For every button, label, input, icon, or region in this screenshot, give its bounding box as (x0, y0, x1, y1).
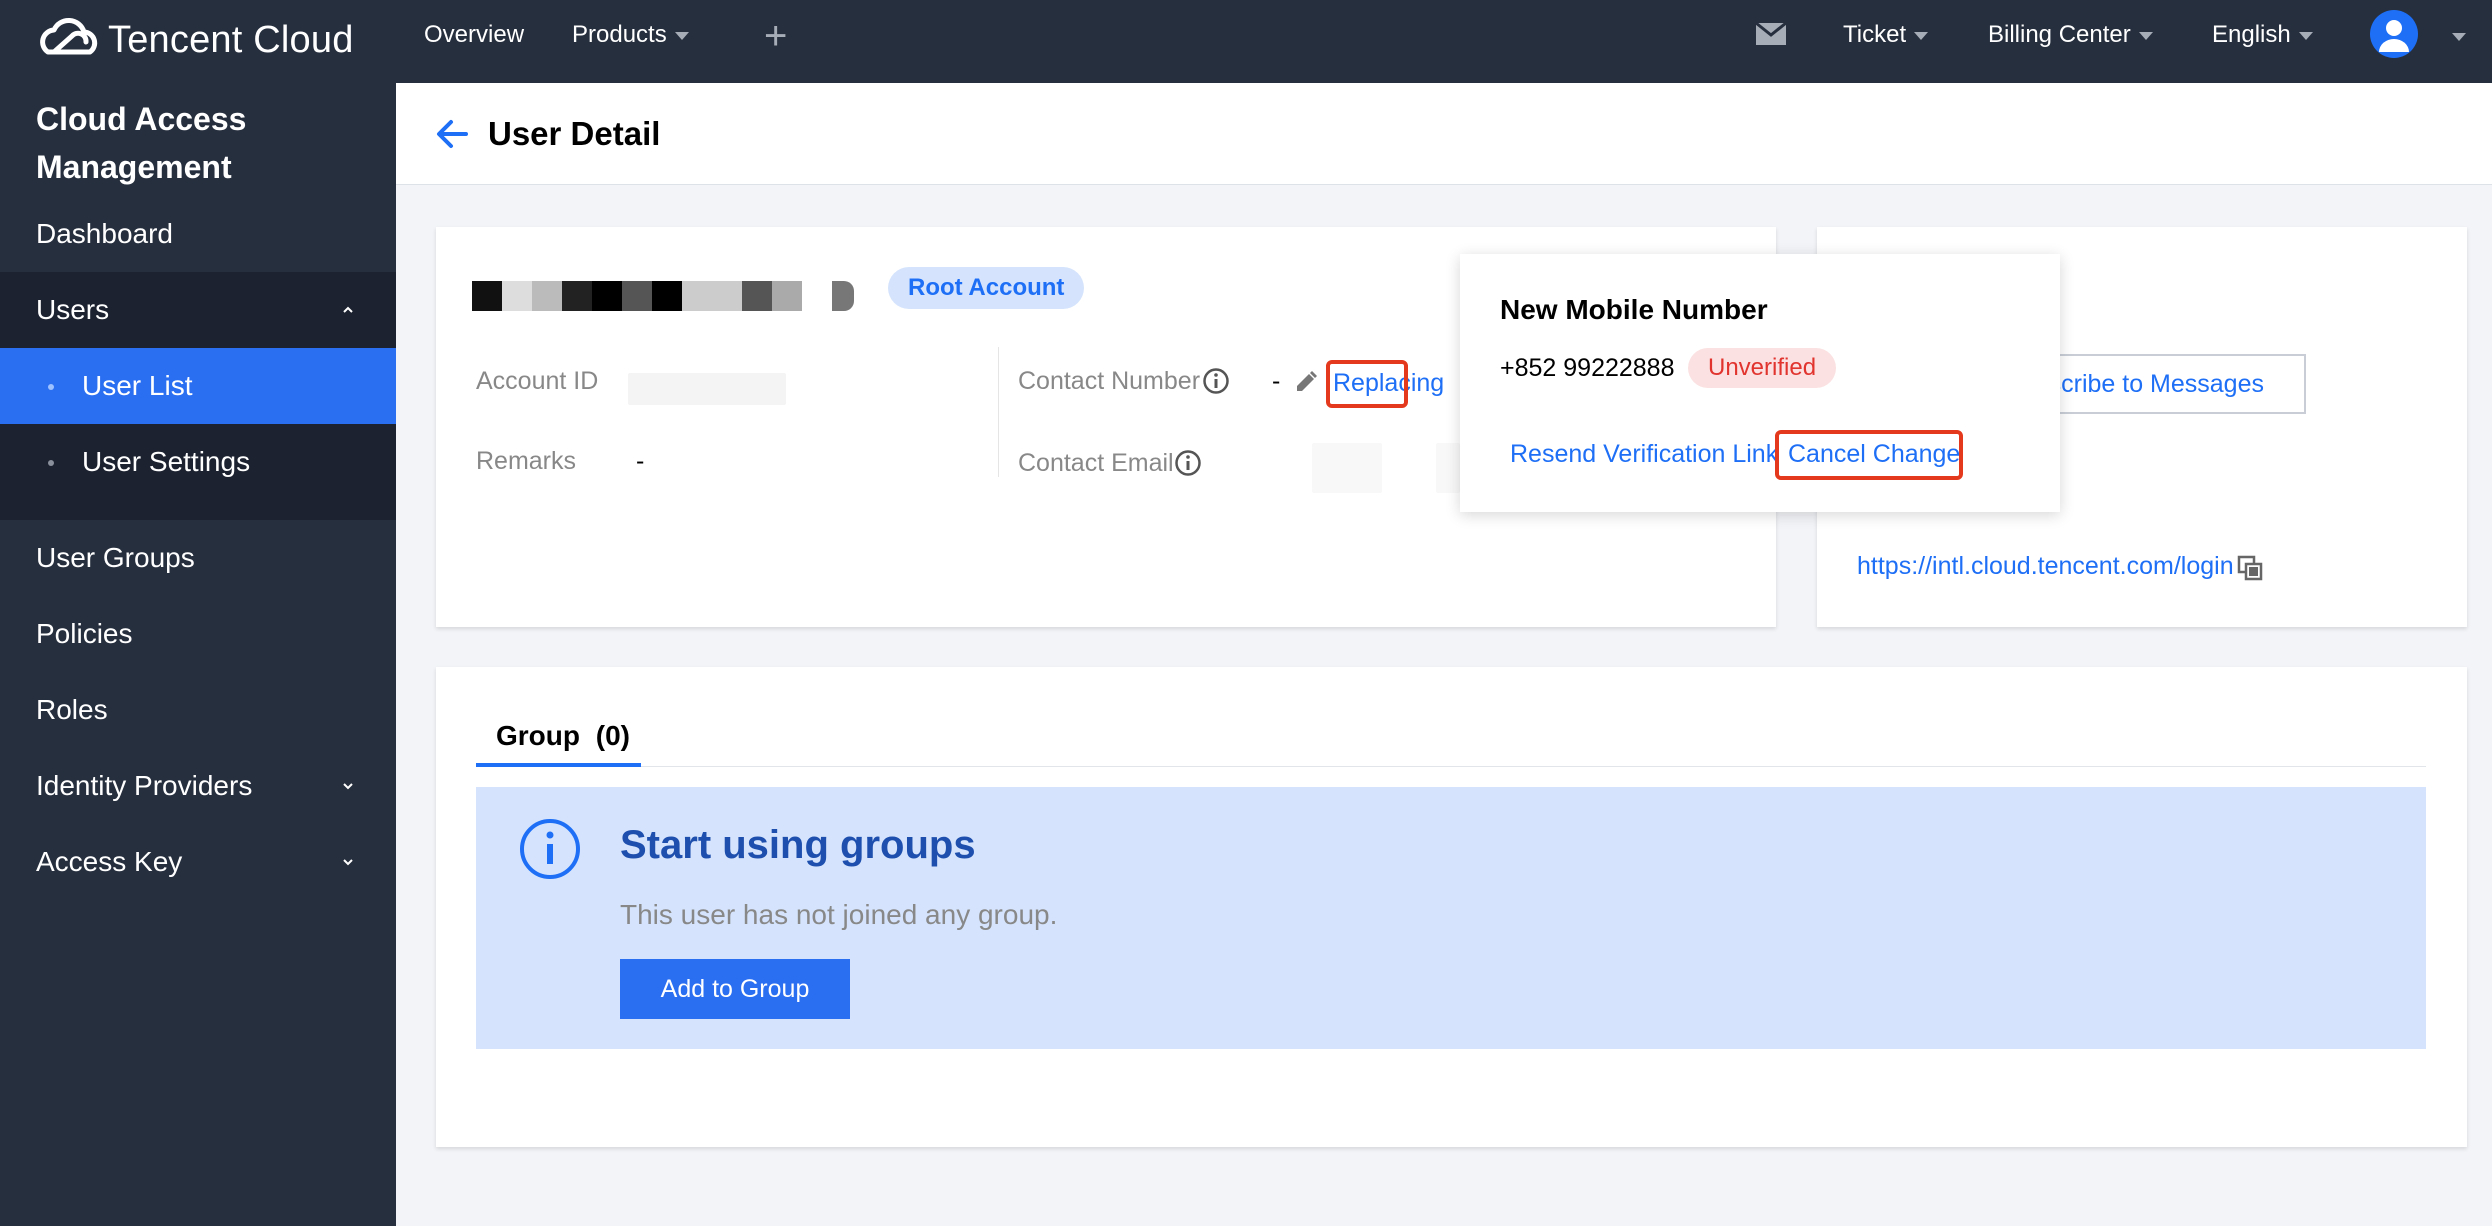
redacted-username (472, 281, 854, 311)
bullet-icon (48, 384, 54, 390)
chevron-up-icon (343, 306, 353, 313)
unverified-badge: Unverified (1688, 348, 1837, 388)
sidebar-item-label: User List (82, 370, 193, 401)
sidebar-item-identity-providers[interactable]: Identity Providers (0, 748, 396, 824)
nav-overview-label: Overview (424, 21, 525, 48)
group-card: Group (0) Start using groups This user h… (436, 667, 2467, 1147)
sidebar-item-label: User Groups (36, 542, 195, 573)
column-divider (998, 347, 999, 477)
edit-pencil-icon[interactable] (1294, 370, 1318, 394)
info-circle-icon (520, 819, 580, 879)
sidebar-item-label: Access Key (36, 846, 183, 877)
caret-down-icon (2298, 32, 2313, 40)
popover-title: New Mobile Number (1500, 294, 1768, 325)
new-mobile-number: +852 99222888 (1500, 354, 1675, 382)
sidebar-item-roles[interactable]: Roles (0, 672, 396, 748)
caret-down-icon (674, 32, 689, 40)
add-to-group-button[interactable]: Add to Group (620, 959, 850, 1019)
redacted-account-id (628, 373, 786, 405)
contact-number-label: Contact Number (1018, 367, 1201, 395)
contact-email-label: Contact Email (1018, 449, 1174, 477)
sidebar-item-users[interactable]: Users (0, 272, 396, 348)
user-icon (2379, 20, 2409, 52)
sidebar-item-user-list[interactable]: User List (0, 348, 396, 424)
redacted-email (1312, 443, 1382, 493)
sidebar-title: Cloud Access Management (36, 95, 246, 191)
bullet-icon (48, 460, 54, 466)
nav-language[interactable]: English (2212, 0, 2313, 70)
nav-billing-label: Billing Center (1988, 21, 2131, 48)
chevron-down-icon (343, 859, 353, 866)
empty-state-description: This user has not joined any group. (620, 899, 1058, 930)
nav-products-label: Products (572, 21, 667, 48)
page-header: User Detail (396, 83, 2492, 185)
active-tab-indicator (476, 763, 641, 767)
caret-down-icon (1914, 32, 1929, 40)
sidebar-item-label: Users (36, 294, 110, 325)
highlight-box (1326, 360, 1408, 408)
resend-verification-link[interactable]: Resend Verification Link (1510, 440, 1778, 469)
remarks-value: - (636, 447, 645, 475)
redacted-email (1436, 443, 1460, 493)
nav-products[interactable]: Products (572, 0, 689, 70)
sidebar-item-dashboard[interactable]: Dashboard (0, 196, 396, 272)
page-title: User Detail (488, 115, 661, 152)
nav-language-label: English (2212, 21, 2291, 48)
chevron-down-icon (343, 783, 353, 790)
nav-billing-center[interactable]: Billing Center (1988, 0, 2153, 70)
account-id-label: Account ID (476, 367, 599, 395)
top-navbar: Tencent Cloud Overview Products + Ticket… (0, 0, 2492, 83)
new-mobile-popover: New Mobile Number +852 99222888 Unverifi… (1460, 254, 2060, 512)
remarks-label: Remarks (476, 447, 577, 475)
nav-overview[interactable]: Overview (424, 0, 524, 70)
user-avatar[interactable] (2370, 10, 2418, 58)
back-arrow-icon[interactable] (436, 119, 468, 149)
caret-down-icon (2138, 32, 2153, 40)
copy-icon[interactable] (2237, 555, 2263, 581)
tab-group-label: Group (496, 720, 580, 751)
sidebar-item-access-key[interactable]: Access Key (0, 824, 396, 900)
plus-icon[interactable]: + (764, 14, 787, 59)
sidebar-item-label: Roles (36, 694, 108, 725)
sidebar-item-user-settings[interactable]: User Settings (0, 424, 396, 500)
empty-state-title: Start using groups (620, 823, 976, 867)
sidebar-item-user-groups[interactable]: User Groups (0, 520, 396, 596)
highlight-box (1775, 430, 1963, 480)
sidebar-item-label: Policies (36, 618, 133, 649)
console-login-link[interactable]: https://intl.cloud.tencent.com/login (1857, 552, 2234, 581)
tab-group-count: (0) (595, 720, 631, 751)
avatar-caret-icon[interactable] (2452, 33, 2466, 41)
sidebar: Cloud Access Management Dashboard Users … (0, 83, 396, 1226)
tab-divider (476, 766, 2426, 767)
nav-ticket[interactable]: Ticket (1843, 0, 1929, 70)
mail-icon[interactable] (1754, 20, 1788, 48)
contact-number-value: - (1272, 367, 1281, 395)
root-account-badge: Root Account (888, 267, 1085, 309)
sidebar-item-label: User Settings (82, 446, 251, 477)
nav-ticket-label: Ticket (1843, 21, 1907, 48)
empty-state: Start using groups This user has not joi… (476, 787, 2426, 1049)
sidebar-item-label: Dashboard (36, 218, 173, 249)
sidebar-item-policies[interactable]: Policies (0, 596, 396, 672)
tencent-cloud-logo[interactable]: Tencent Cloud (34, 8, 354, 72)
brand-name: Tencent Cloud (108, 18, 354, 61)
sidebar-title-line1: Cloud Access (36, 101, 247, 137)
cloud-logo-icon (40, 18, 98, 55)
sidebar-title-line2: Management (36, 149, 232, 185)
info-icon[interactable] (1202, 367, 1230, 395)
sidebar-item-label: Identity Providers (36, 770, 253, 801)
info-icon[interactable] (1174, 449, 1202, 477)
